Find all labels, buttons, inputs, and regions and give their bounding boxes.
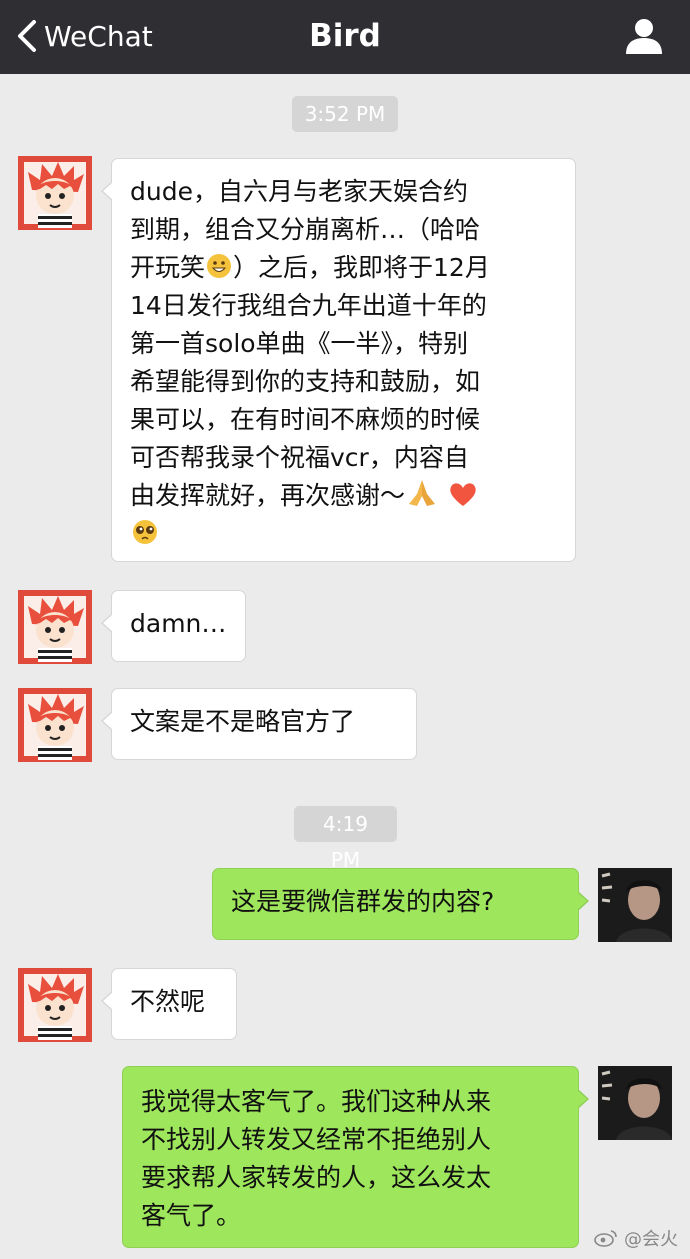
message-bubble-outgoing[interactable]: 我觉得太客气了。我们这种从来 不找别人转发又经常不拒绝别人 要求帮人家转发的人，…: [122, 1066, 589, 1248]
profile-button[interactable]: [624, 16, 664, 56]
user-photo-avatar-icon: [598, 1066, 672, 1140]
red-heart-emoji: [450, 483, 476, 506]
cartoon-boy-avatar-icon: [18, 968, 92, 1042]
cartoon-boy-avatar-icon: [18, 156, 92, 230]
message-bubble-incoming[interactable]: 不然呢: [101, 968, 237, 1040]
weibo-watermark: @会火: [594, 1225, 678, 1251]
navigation-bar: WeChat Bird: [0, 0, 690, 74]
back-button[interactable]: WeChat: [16, 14, 153, 58]
cartoon-boy-avatar-icon: [18, 688, 92, 762]
contact-avatar[interactable]: [18, 688, 92, 762]
user-photo-avatar-icon: [598, 868, 672, 942]
back-label: WeChat: [44, 19, 153, 53]
message-text: damn…: [130, 609, 227, 638]
user-avatar[interactable]: [598, 868, 672, 942]
message-text: 我觉得太客气了。我们这种从来 不找别人转发又经常不拒绝别人 要求帮人家转发的人，…: [141, 1087, 492, 1230]
contact-avatar[interactable]: [18, 968, 92, 1042]
timestamp-badge: 3:52 PM: [292, 96, 398, 132]
pleading-face-emoji: [133, 520, 157, 544]
contact-avatar[interactable]: [18, 156, 92, 230]
message-bubble-incoming[interactable]: 文案是不是略官方了: [101, 688, 417, 760]
message-text: 文案是不是略官方了: [130, 707, 356, 736]
folded-hands-emoji: [409, 480, 436, 506]
contact-avatar[interactable]: [18, 590, 92, 664]
grinning-face-emoji: [207, 254, 232, 278]
message-text: dude，自六月与老家天娱合约 到期，组合又分崩离析…（哈哈 开玩笑 ）之后，我即…: [130, 173, 557, 553]
watermark-text: @会火: [624, 1229, 678, 1250]
chevron-left-icon: [18, 20, 36, 52]
message-bubble-incoming[interactable]: damn…: [101, 590, 246, 662]
person-icon: [626, 19, 662, 54]
message-text: 不然呢: [130, 987, 206, 1016]
weibo-logo-icon: [594, 1230, 617, 1247]
message-bubble-outgoing[interactable]: 这是要微信群发的内容?: [212, 868, 589, 940]
message-bubble-incoming[interactable]: dude，自六月与老家天娱合约 到期，组合又分崩离析…（哈哈 开玩笑 ）之后，我即…: [101, 158, 576, 562]
message-text: 这是要微信群发的内容?: [231, 887, 495, 916]
timestamp-badge: 4:19 PM: [294, 806, 397, 872]
user-avatar[interactable]: [598, 1066, 672, 1140]
cartoon-boy-avatar-icon: [18, 590, 92, 664]
